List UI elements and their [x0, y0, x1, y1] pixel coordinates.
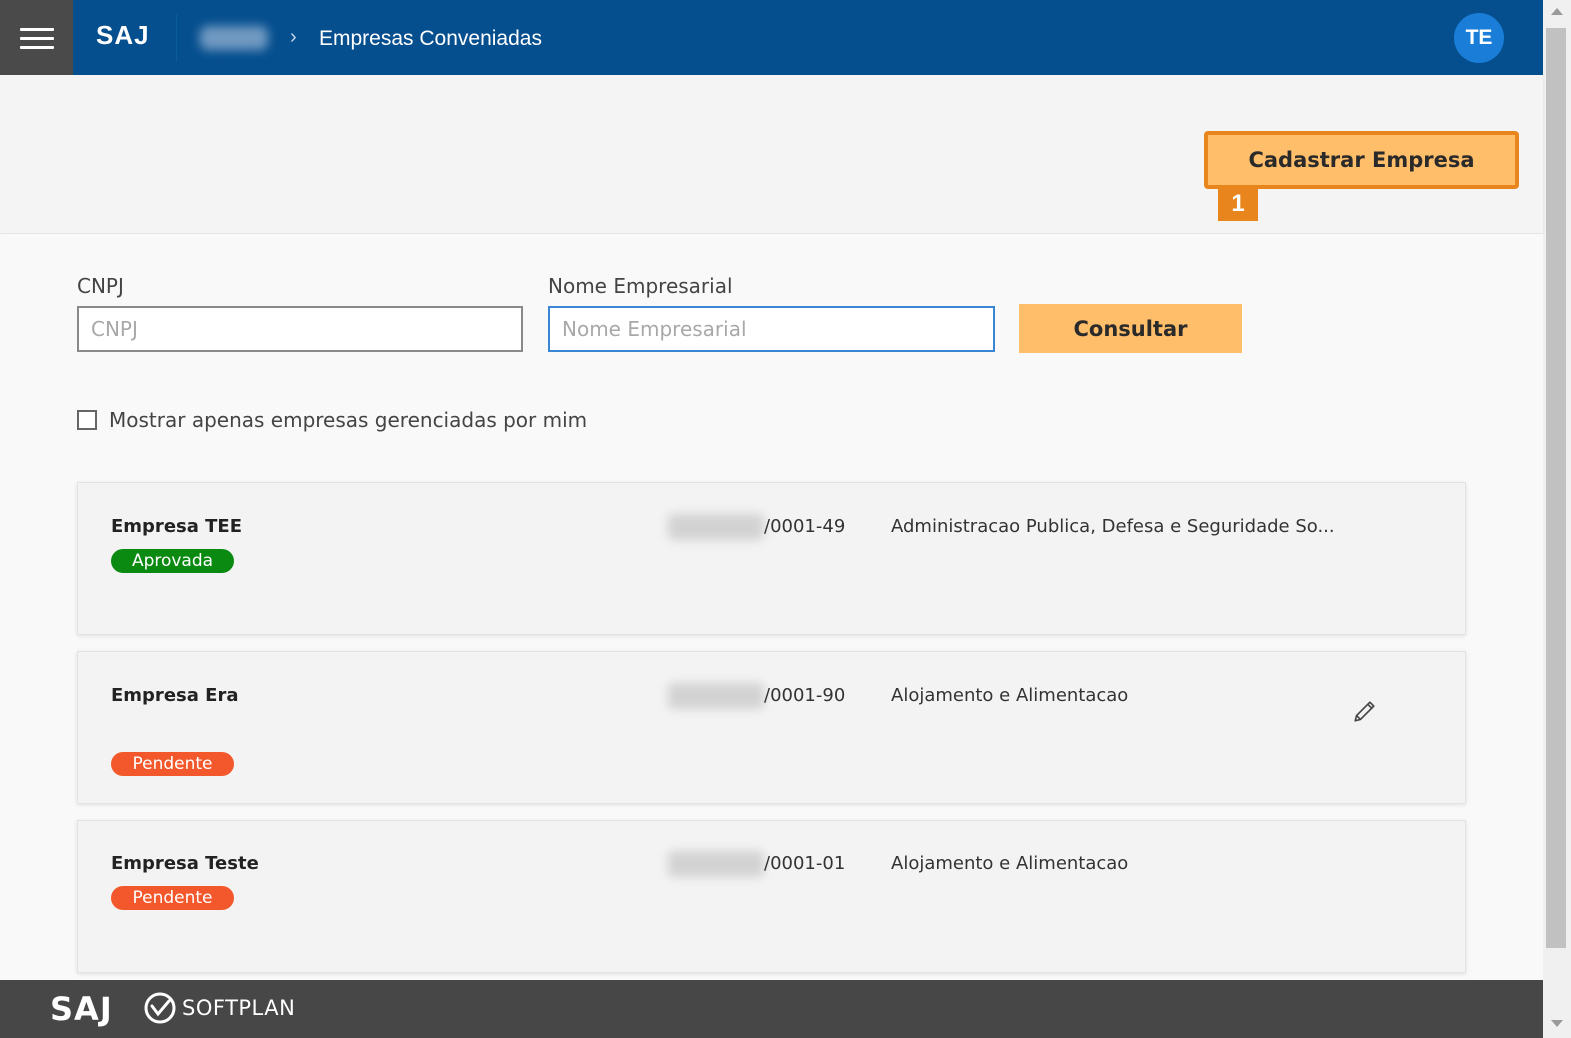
chevron-right-icon: ›	[290, 26, 297, 48]
company-sector: Alojamento e Alimentacao	[891, 853, 1129, 874]
hamburger-menu-icon	[19, 27, 54, 49]
nome-empresarial-label: Nome Empresarial	[548, 274, 733, 298]
status-badge: Pendente	[111, 752, 234, 776]
footer: SAJ SOFTPLAN	[0, 980, 1543, 1038]
status-badge: Pendente	[111, 886, 234, 910]
blurred-breadcrumb-segment[interactable]	[200, 26, 268, 50]
company-cnpj: /0001-90	[764, 685, 846, 706]
company-card[interactable]: Empresa Teste Pendente /0001-01 Alojamen…	[77, 820, 1466, 973]
step-marker-badge: 1	[1218, 186, 1258, 221]
company-cnpj: /0001-49	[764, 516, 846, 537]
nome-empresarial-input[interactable]	[548, 306, 995, 352]
header-divider	[176, 14, 177, 62]
company-cnpj: /0001-01	[764, 853, 846, 874]
top-bar: SAJ › Empresas Conveniadas TE	[0, 0, 1543, 75]
softplan-logo-icon	[144, 992, 176, 1024]
user-avatar[interactable]: TE	[1454, 13, 1504, 63]
company-name: Empresa TEE	[111, 516, 243, 537]
edit-pencil-icon[interactable]	[1352, 698, 1378, 724]
cadastrar-empresa-button[interactable]: Cadastrar Empresa	[1204, 131, 1519, 189]
scroll-up-arrow-icon[interactable]	[1551, 8, 1563, 15]
blurred-cnpj-prefix	[668, 851, 764, 877]
company-sector: Alojamento e Alimentacao	[891, 685, 1129, 706]
consultar-button[interactable]: Consultar	[1019, 304, 1242, 353]
company-name: Empresa Teste	[111, 853, 259, 874]
manage-filter-checkbox-row[interactable]: Mostrar apenas empresas gerenciadas por …	[77, 408, 587, 432]
page-title: Empresas Conveniadas	[319, 27, 542, 50]
cnpj-input[interactable]	[77, 306, 523, 352]
company-card[interactable]: Empresa TEE Aprovada /0001-49 Administra…	[77, 482, 1466, 635]
footer-saj-logo: SAJ	[50, 990, 113, 1028]
manage-filter-checkbox-label[interactable]: Mostrar apenas empresas gerenciadas por …	[109, 408, 587, 432]
saj-brand[interactable]: SAJ	[96, 20, 150, 51]
company-sector: Administracao Publica, Defesa e Segurida…	[891, 516, 1335, 537]
company-card[interactable]: Empresa Era Pendente /0001-90 Alojamento…	[77, 651, 1466, 804]
cnpj-label: CNPJ	[77, 274, 124, 298]
company-name: Empresa Era	[111, 685, 239, 706]
hamburger-menu-button[interactable]	[0, 0, 73, 75]
blurred-cnpj-prefix	[668, 514, 764, 540]
manage-filter-checkbox[interactable]	[77, 410, 97, 430]
blurred-cnpj-prefix	[668, 683, 764, 709]
footer-softplan-logo: SOFTPLAN	[182, 996, 296, 1020]
status-badge: Aprovada	[111, 549, 234, 573]
scroll-down-arrow-icon[interactable]	[1551, 1020, 1563, 1027]
scrollbar-thumb[interactable]	[1546, 28, 1566, 948]
